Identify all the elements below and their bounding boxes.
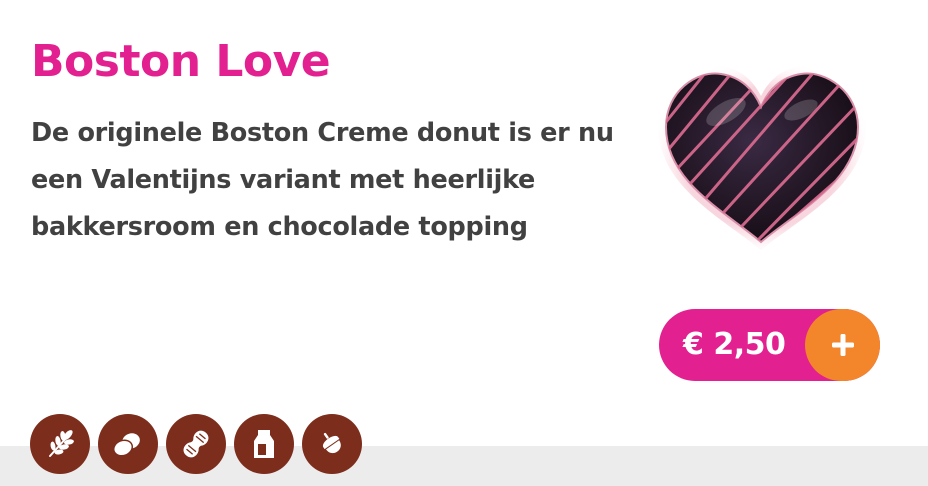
- egg-icon: [112, 433, 140, 457]
- product-image: [646, 52, 876, 262]
- peanut-icon: [183, 430, 209, 458]
- allergen-egg: [98, 414, 158, 474]
- price-add-pill[interactable]: € 2,50: [659, 309, 880, 381]
- price-label: € 2,50: [683, 327, 786, 362]
- allergen-peanut: [166, 414, 226, 474]
- wheat-icon: [49, 430, 74, 457]
- product-title: Boston Love: [31, 36, 331, 87]
- product-description: De originele Boston Creme donut is er nu…: [31, 118, 614, 242]
- heart-donut-image: [658, 65, 866, 250]
- milk-icon: [254, 430, 274, 458]
- allergen-icons: [30, 414, 362, 474]
- hazelnut-icon: [322, 432, 341, 454]
- allergen-wheat: [30, 414, 90, 474]
- product-card: Boston Love De originele Boston Creme do…: [0, 0, 928, 446]
- plus-icon: [831, 334, 854, 356]
- allergen-milk: [234, 414, 294, 474]
- allergen-hazelnut: [302, 414, 362, 474]
- add-to-cart-button[interactable]: [805, 309, 880, 381]
